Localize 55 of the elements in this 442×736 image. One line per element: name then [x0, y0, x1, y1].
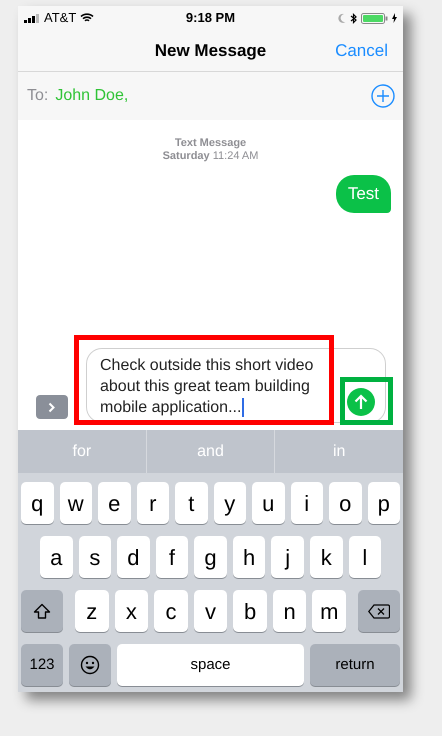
screen-title: New Message [154, 40, 266, 62]
wifi-icon [80, 13, 94, 23]
key[interactable]: d [117, 536, 150, 578]
return-key[interactable]: return [310, 644, 400, 686]
key[interactable]: m [312, 590, 346, 632]
key[interactable]: t [175, 482, 208, 524]
signal-icon [24, 14, 40, 22]
key[interactable]: a [40, 536, 73, 578]
message-bubble: Test [336, 175, 391, 212]
smiley-icon [80, 655, 100, 675]
key[interactable]: j [271, 536, 304, 578]
key[interactable]: k [310, 536, 342, 578]
bluetooth-icon [350, 12, 357, 24]
text-cursor [242, 398, 244, 418]
backspace-icon [368, 604, 390, 618]
emoji-key[interactable] [69, 644, 111, 686]
charging-icon [392, 13, 397, 23]
key[interactable]: p [368, 482, 400, 524]
thread-header: Text Message [174, 137, 246, 150]
key[interactable]: r [136, 482, 169, 524]
key[interactable]: o [329, 482, 362, 524]
shift-icon [33, 602, 51, 620]
key[interactable]: b [233, 590, 267, 632]
chevron-icon [48, 402, 56, 412]
key[interactable]: i [290, 482, 323, 524]
key[interactable]: z [75, 590, 109, 632]
key[interactable]: s [78, 536, 112, 578]
key[interactable]: e [98, 482, 130, 524]
carrier-name: AT&T [44, 9, 76, 28]
backspace-key[interactable] [358, 590, 400, 632]
key[interactable]: l [348, 536, 382, 578]
key[interactable]: h [232, 536, 266, 578]
key[interactable]: g [194, 536, 227, 578]
key[interactable]: x [114, 590, 148, 632]
message-timestamp: Saturday 11:24 AM [162, 150, 258, 163]
numbers-key[interactable]: 123 [21, 644, 63, 686]
key[interactable]: w [60, 482, 92, 524]
key[interactable]: y [214, 482, 246, 524]
message-field[interactable]: Check outside this short video about this great team building mobile application... [86, 348, 386, 423]
key[interactable]: f [156, 536, 188, 578]
message-text: Check outside this short video about this great team building mobile application... [100, 356, 314, 418]
shift-key[interactable] [21, 590, 63, 632]
key[interactable]: q [21, 482, 54, 524]
key[interactable]: c [154, 590, 188, 632]
add-contact-icon[interactable] [371, 84, 395, 108]
key[interactable]: n [272, 590, 306, 632]
apps-button[interactable] [36, 395, 68, 419]
arrow-up-icon [354, 394, 368, 410]
key[interactable]: u [252, 482, 284, 524]
clock-time: 9:18 PM [184, 9, 236, 28]
to-label: To: [27, 86, 48, 106]
space-bar[interactable]: space [117, 644, 304, 686]
key[interactable]: v [194, 590, 228, 632]
battery-icon [361, 12, 388, 24]
moon-icon [338, 13, 346, 23]
